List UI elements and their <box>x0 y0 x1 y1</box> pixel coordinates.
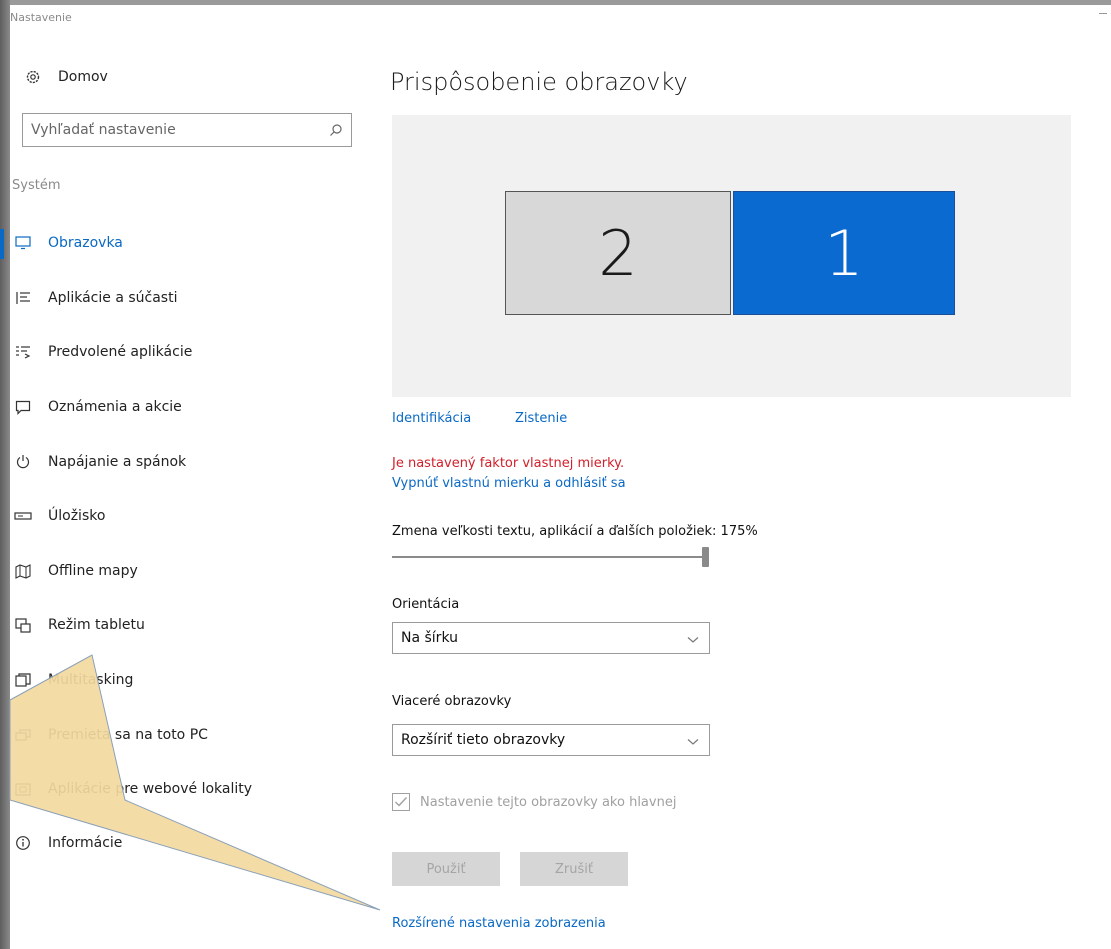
main-display-checkbox-label: Nastavenie tejto obrazovky ako hlavnej <box>420 794 677 810</box>
active-indicator <box>0 229 4 259</box>
sidebar-item-display[interactable]: Obrazovka <box>12 228 123 258</box>
home-label: Domov <box>58 69 108 85</box>
notification-icon <box>12 398 34 416</box>
map-icon <box>12 562 34 580</box>
gear-icon <box>22 68 44 86</box>
scale-slider-thumb[interactable] <box>702 547 709 567</box>
custom-scale-warning: Je nastavený faktor vlastnej mierky. <box>392 456 625 471</box>
scale-slider-track[interactable] <box>392 556 705 558</box>
sidebar-item-label: Offline mapy <box>48 563 138 579</box>
sidebar-item-label: Úložisko <box>48 508 106 524</box>
display-arrangement-area <box>392 115 1071 397</box>
search-box[interactable] <box>22 113 352 147</box>
sidebar-item-power[interactable]: Napájanie a spánok <box>12 447 186 477</box>
sidebar-item-label: Informácie <box>48 835 123 851</box>
sidebar-item-storage[interactable]: Úložisko <box>12 501 105 531</box>
sidebar-item-web-apps[interactable]: Aplikácie pre webové lokality <box>12 774 252 804</box>
cancel-button[interactable]: Zrušiť <box>520 852 628 886</box>
sidebar-item-offline-maps[interactable]: Offline mapy <box>12 556 138 586</box>
default-apps-icon <box>12 343 34 361</box>
orientation-label: Orientácia <box>392 597 460 612</box>
sidebar-item-label: Multitasking <box>48 672 134 688</box>
apps-list-icon <box>12 289 34 307</box>
monitor-1-tile[interactable]: 1 <box>733 191 955 315</box>
sidebar-item-label: Aplikácie a súčasti <box>48 290 178 306</box>
sidebar-item-label: Premieta sa na toto PC <box>48 727 208 743</box>
section-label-system: Systém <box>12 178 61 193</box>
sidebar-item-notifications[interactable]: Oznámenia a akcie <box>12 392 182 422</box>
advanced-display-settings-link[interactable]: Rozšírené nastavenia zobrazenia <box>392 916 606 931</box>
sidebar-item-label: Oznámenia a akcie <box>48 399 182 415</box>
projecting-icon <box>12 726 34 744</box>
web-apps-icon <box>12 780 34 798</box>
apply-button[interactable]: Použiť <box>392 852 500 886</box>
page-title: Prispôsobenie obrazovky <box>390 68 688 96</box>
minimize-button[interactable] <box>1099 13 1107 14</box>
sidebar-item-label: Napájanie a spánok <box>48 454 187 470</box>
identify-link[interactable]: Identifikácia <box>392 411 471 426</box>
search-input[interactable] <box>23 114 319 146</box>
sidebar-item-multitasking[interactable]: Multitasking <box>12 665 133 695</box>
info-icon <box>12 834 34 852</box>
detect-link[interactable]: Zistenie <box>515 411 567 426</box>
scale-label: Zmena veľkosti textu, aplikácií a ďalšíc… <box>392 524 758 539</box>
disable-custom-scale-link[interactable]: Vypnúť vlastnú mierku a odhlásiť sa <box>392 476 626 491</box>
tablet-icon <box>12 616 34 634</box>
chevron-down-icon <box>687 632 699 648</box>
sidebar-item-label: Predvolené aplikácie <box>48 344 193 360</box>
sidebar-item-label: Aplikácie pre webové lokality <box>48 781 253 797</box>
multiple-displays-value: Rozšíriť tieto obrazovky <box>401 732 566 748</box>
multiple-displays-label: Viaceré obrazovky <box>392 694 512 709</box>
main-display-checkbox[interactable] <box>392 793 410 811</box>
sidebar-item-default-apps[interactable]: Predvolené aplikácie <box>12 337 192 367</box>
chevron-down-icon <box>687 734 699 750</box>
monitor-2-tile[interactable]: 2 <box>505 191 731 315</box>
sidebar-item-label: Obrazovka <box>48 235 123 251</box>
sidebar-item-apps[interactable]: Aplikácie a súčasti <box>12 283 177 313</box>
sidebar-item-label: Režim tabletu <box>48 617 145 633</box>
monitor-icon <box>12 234 34 252</box>
multitask-icon <box>12 671 34 689</box>
main-display-option[interactable]: Nastavenie tejto obrazovky ako hlavnej <box>392 793 676 811</box>
window-title: Nastavenie <box>10 11 72 24</box>
multiple-displays-select[interactable]: Rozšíriť tieto obrazovky <box>392 724 710 756</box>
storage-icon <box>12 507 34 525</box>
window-frame-left <box>0 0 10 949</box>
orientation-select[interactable]: Na šírku <box>392 622 710 654</box>
power-icon <box>12 453 34 471</box>
search-icon[interactable] <box>329 122 343 141</box>
sidebar-item-projecting[interactable]: Premieta sa na toto PC <box>12 720 208 750</box>
home-nav-item[interactable]: Domov <box>22 68 108 86</box>
orientation-value: Na šírku <box>401 630 458 646</box>
sidebar-item-about[interactable]: Informácie <box>12 828 122 858</box>
sidebar-item-tablet-mode[interactable]: Režim tabletu <box>12 610 145 640</box>
